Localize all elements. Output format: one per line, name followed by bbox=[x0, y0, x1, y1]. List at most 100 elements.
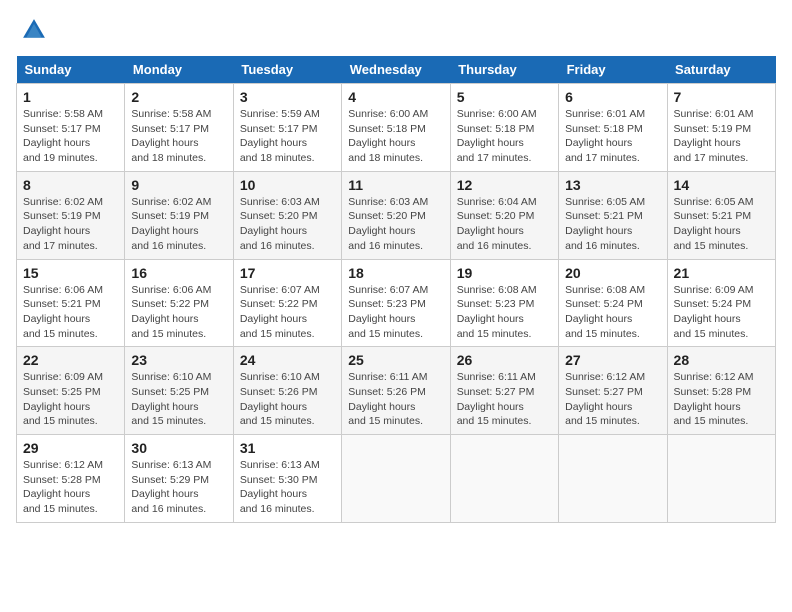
day-number: 14 bbox=[674, 177, 769, 193]
day-info: Sunrise: 6:07 AM Sunset: 5:22 PM Dayligh… bbox=[240, 283, 335, 342]
calendar-week-5: 29 Sunrise: 6:12 AM Sunset: 5:28 PM Dayl… bbox=[17, 435, 776, 523]
day-info: Sunrise: 6:05 AM Sunset: 5:21 PM Dayligh… bbox=[674, 195, 769, 254]
calendar-cell: 24 Sunrise: 6:10 AM Sunset: 5:26 PM Dayl… bbox=[233, 347, 341, 435]
calendar-cell: 26 Sunrise: 6:11 AM Sunset: 5:27 PM Dayl… bbox=[450, 347, 558, 435]
day-number: 11 bbox=[348, 177, 443, 193]
calendar-cell: 4 Sunrise: 6:00 AM Sunset: 5:18 PM Dayli… bbox=[342, 84, 450, 172]
day-number: 19 bbox=[457, 265, 552, 281]
calendar-cell: 31 Sunrise: 6:13 AM Sunset: 5:30 PM Dayl… bbox=[233, 435, 341, 523]
day-number: 15 bbox=[23, 265, 118, 281]
day-number: 12 bbox=[457, 177, 552, 193]
calendar-week-3: 15 Sunrise: 6:06 AM Sunset: 5:21 PM Dayl… bbox=[17, 259, 776, 347]
day-number: 26 bbox=[457, 352, 552, 368]
header-friday: Friday bbox=[559, 56, 667, 84]
calendar-cell: 13 Sunrise: 6:05 AM Sunset: 5:21 PM Dayl… bbox=[559, 171, 667, 259]
day-number: 23 bbox=[131, 352, 226, 368]
calendar-cell: 2 Sunrise: 5:58 AM Sunset: 5:17 PM Dayli… bbox=[125, 84, 233, 172]
calendar-cell: 10 Sunrise: 6:03 AM Sunset: 5:20 PM Dayl… bbox=[233, 171, 341, 259]
day-number: 29 bbox=[23, 440, 118, 456]
calendar-week-4: 22 Sunrise: 6:09 AM Sunset: 5:25 PM Dayl… bbox=[17, 347, 776, 435]
day-number: 17 bbox=[240, 265, 335, 281]
calendar-cell bbox=[559, 435, 667, 523]
calendar-cell: 8 Sunrise: 6:02 AM Sunset: 5:19 PM Dayli… bbox=[17, 171, 125, 259]
day-number: 13 bbox=[565, 177, 660, 193]
day-info: Sunrise: 6:06 AM Sunset: 5:22 PM Dayligh… bbox=[131, 283, 226, 342]
day-number: 21 bbox=[674, 265, 769, 281]
day-info: Sunrise: 6:00 AM Sunset: 5:18 PM Dayligh… bbox=[457, 107, 552, 166]
header-wednesday: Wednesday bbox=[342, 56, 450, 84]
day-info: Sunrise: 6:01 AM Sunset: 5:19 PM Dayligh… bbox=[674, 107, 769, 166]
day-info: Sunrise: 6:08 AM Sunset: 5:24 PM Dayligh… bbox=[565, 283, 660, 342]
day-info: Sunrise: 6:02 AM Sunset: 5:19 PM Dayligh… bbox=[23, 195, 118, 254]
calendar-cell: 21 Sunrise: 6:09 AM Sunset: 5:24 PM Dayl… bbox=[667, 259, 775, 347]
day-number: 9 bbox=[131, 177, 226, 193]
header bbox=[16, 16, 776, 44]
day-info: Sunrise: 6:04 AM Sunset: 5:20 PM Dayligh… bbox=[457, 195, 552, 254]
calendar-cell: 14 Sunrise: 6:05 AM Sunset: 5:21 PM Dayl… bbox=[667, 171, 775, 259]
day-info: Sunrise: 6:03 AM Sunset: 5:20 PM Dayligh… bbox=[240, 195, 335, 254]
day-number: 25 bbox=[348, 352, 443, 368]
day-info: Sunrise: 6:00 AM Sunset: 5:18 PM Dayligh… bbox=[348, 107, 443, 166]
day-info: Sunrise: 6:03 AM Sunset: 5:20 PM Dayligh… bbox=[348, 195, 443, 254]
calendar-cell: 18 Sunrise: 6:07 AM Sunset: 5:23 PM Dayl… bbox=[342, 259, 450, 347]
day-info: Sunrise: 6:12 AM Sunset: 5:27 PM Dayligh… bbox=[565, 370, 660, 429]
day-info: Sunrise: 6:11 AM Sunset: 5:26 PM Dayligh… bbox=[348, 370, 443, 429]
calendar-cell bbox=[342, 435, 450, 523]
calendar-week-1: 1 Sunrise: 5:58 AM Sunset: 5:17 PM Dayli… bbox=[17, 84, 776, 172]
calendar-cell: 12 Sunrise: 6:04 AM Sunset: 5:20 PM Dayl… bbox=[450, 171, 558, 259]
calendar-cell bbox=[667, 435, 775, 523]
calendar-cell: 28 Sunrise: 6:12 AM Sunset: 5:28 PM Dayl… bbox=[667, 347, 775, 435]
day-info: Sunrise: 6:13 AM Sunset: 5:29 PM Dayligh… bbox=[131, 458, 226, 517]
day-info: Sunrise: 6:05 AM Sunset: 5:21 PM Dayligh… bbox=[565, 195, 660, 254]
day-info: Sunrise: 6:06 AM Sunset: 5:21 PM Dayligh… bbox=[23, 283, 118, 342]
day-number: 5 bbox=[457, 89, 552, 105]
calendar-cell: 17 Sunrise: 6:07 AM Sunset: 5:22 PM Dayl… bbox=[233, 259, 341, 347]
calendar-cell: 6 Sunrise: 6:01 AM Sunset: 5:18 PM Dayli… bbox=[559, 84, 667, 172]
calendar-cell: 30 Sunrise: 6:13 AM Sunset: 5:29 PM Dayl… bbox=[125, 435, 233, 523]
day-number: 27 bbox=[565, 352, 660, 368]
day-info: Sunrise: 6:10 AM Sunset: 5:26 PM Dayligh… bbox=[240, 370, 335, 429]
day-number: 7 bbox=[674, 89, 769, 105]
day-number: 28 bbox=[674, 352, 769, 368]
calendar-cell: 23 Sunrise: 6:10 AM Sunset: 5:25 PM Dayl… bbox=[125, 347, 233, 435]
day-info: Sunrise: 6:09 AM Sunset: 5:25 PM Dayligh… bbox=[23, 370, 118, 429]
header-saturday: Saturday bbox=[667, 56, 775, 84]
calendar-cell: 29 Sunrise: 6:12 AM Sunset: 5:28 PM Dayl… bbox=[17, 435, 125, 523]
day-info: Sunrise: 6:07 AM Sunset: 5:23 PM Dayligh… bbox=[348, 283, 443, 342]
day-number: 22 bbox=[23, 352, 118, 368]
day-info: Sunrise: 5:58 AM Sunset: 5:17 PM Dayligh… bbox=[131, 107, 226, 166]
day-number: 18 bbox=[348, 265, 443, 281]
day-number: 24 bbox=[240, 352, 335, 368]
header-thursday: Thursday bbox=[450, 56, 558, 84]
calendar-cell: 11 Sunrise: 6:03 AM Sunset: 5:20 PM Dayl… bbox=[342, 171, 450, 259]
day-info: Sunrise: 6:11 AM Sunset: 5:27 PM Dayligh… bbox=[457, 370, 552, 429]
calendar-cell bbox=[450, 435, 558, 523]
day-number: 10 bbox=[240, 177, 335, 193]
day-number: 1 bbox=[23, 89, 118, 105]
calendar-cell: 20 Sunrise: 6:08 AM Sunset: 5:24 PM Dayl… bbox=[559, 259, 667, 347]
day-info: Sunrise: 6:08 AM Sunset: 5:23 PM Dayligh… bbox=[457, 283, 552, 342]
logo bbox=[16, 16, 48, 44]
calendar-cell: 19 Sunrise: 6:08 AM Sunset: 5:23 PM Dayl… bbox=[450, 259, 558, 347]
calendar-cell: 15 Sunrise: 6:06 AM Sunset: 5:21 PM Dayl… bbox=[17, 259, 125, 347]
day-number: 31 bbox=[240, 440, 335, 456]
day-number: 16 bbox=[131, 265, 226, 281]
day-info: Sunrise: 6:09 AM Sunset: 5:24 PM Dayligh… bbox=[674, 283, 769, 342]
day-info: Sunrise: 6:12 AM Sunset: 5:28 PM Dayligh… bbox=[23, 458, 118, 517]
calendar-cell: 27 Sunrise: 6:12 AM Sunset: 5:27 PM Dayl… bbox=[559, 347, 667, 435]
calendar-cell: 16 Sunrise: 6:06 AM Sunset: 5:22 PM Dayl… bbox=[125, 259, 233, 347]
calendar-week-2: 8 Sunrise: 6:02 AM Sunset: 5:19 PM Dayli… bbox=[17, 171, 776, 259]
day-number: 8 bbox=[23, 177, 118, 193]
header-sunday: Sunday bbox=[17, 56, 125, 84]
day-number: 3 bbox=[240, 89, 335, 105]
header-monday: Monday bbox=[125, 56, 233, 84]
day-info: Sunrise: 6:12 AM Sunset: 5:28 PM Dayligh… bbox=[674, 370, 769, 429]
day-info: Sunrise: 6:02 AM Sunset: 5:19 PM Dayligh… bbox=[131, 195, 226, 254]
calendar-cell: 9 Sunrise: 6:02 AM Sunset: 5:19 PM Dayli… bbox=[125, 171, 233, 259]
calendar-cell: 7 Sunrise: 6:01 AM Sunset: 5:19 PM Dayli… bbox=[667, 84, 775, 172]
calendar-cell: 22 Sunrise: 6:09 AM Sunset: 5:25 PM Dayl… bbox=[17, 347, 125, 435]
logo-icon bbox=[20, 16, 48, 44]
day-info: Sunrise: 6:01 AM Sunset: 5:18 PM Dayligh… bbox=[565, 107, 660, 166]
day-number: 6 bbox=[565, 89, 660, 105]
calendar-table: SundayMondayTuesdayWednesdayThursdayFrid… bbox=[16, 56, 776, 523]
